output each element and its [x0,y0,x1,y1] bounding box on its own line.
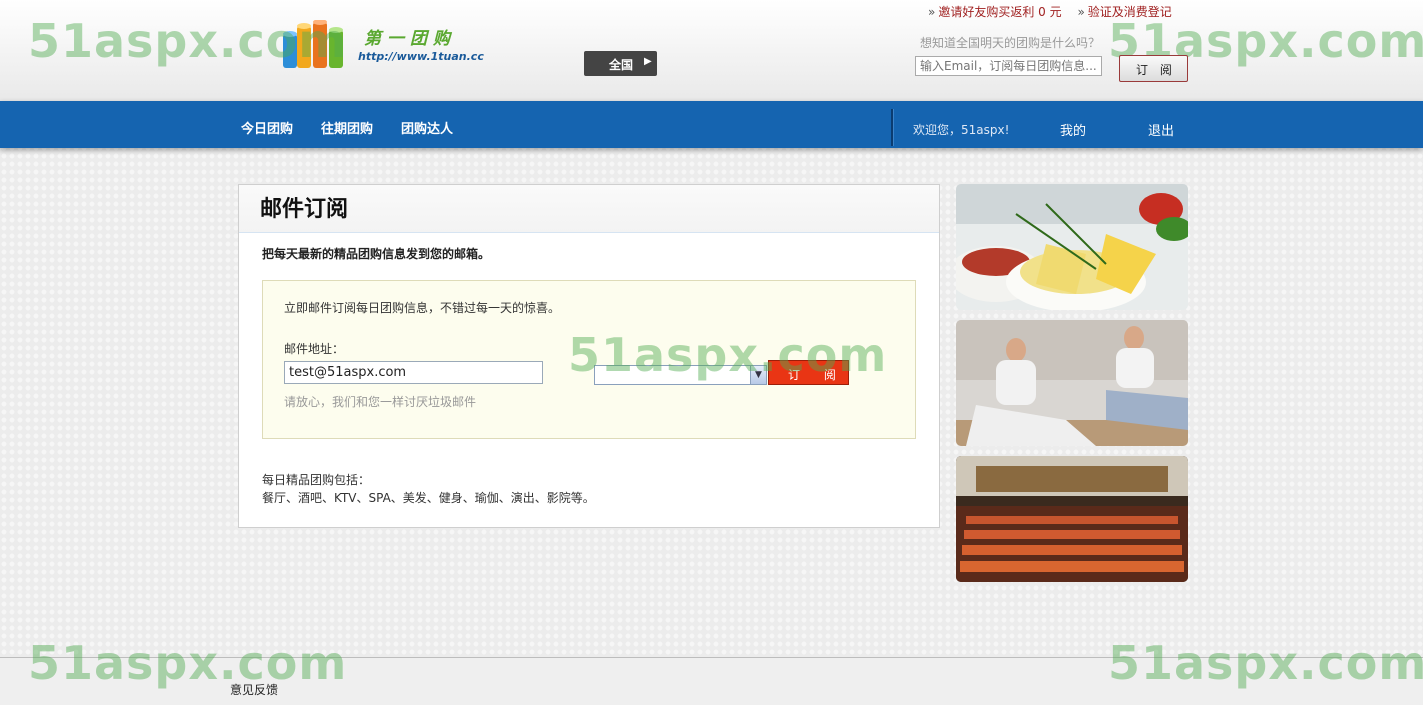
watermark-bottom-right: 51aspx.com [1108,636,1423,690]
top-links: » 邀请好友购买返利 0 元 » 验证及消费登记 [928,3,1172,20]
theater-image[interactable] [956,456,1188,582]
city-switch-label: 全国 [609,58,634,72]
nav-today-deals[interactable]: 今日团购 [241,118,293,137]
header-subscribe-label: 订 阅 [1136,63,1176,77]
invite-rebate-link[interactable]: 邀请好友购买返利 0 元 [938,5,1061,19]
nav-divider [891,109,894,146]
nav-my-account[interactable]: 我的 [1060,120,1086,139]
city-switch-button[interactable]: 全国 ▶ [584,51,657,76]
site-logo[interactable]: 第一团购 http://www.1tuan.cc [358,22,484,74]
main-nav: 今日团购 往期团购 团购达人 欢迎您，51aspx! 我的 退出 [0,101,1423,148]
anti-spam-hint: 请放心，我们和您一样讨厌垃圾邮件 [284,395,477,409]
site-header: 第一团购 http://www.1tuan.cc 51aspx.com 51as… [0,0,1423,101]
watermark-top-left: 51aspx.com [28,14,348,68]
food-image[interactable] [956,184,1188,310]
triangle-right-icon: ▶ [644,56,652,67]
email-field[interactable] [284,361,543,384]
nav-logout[interactable]: 退出 [1148,120,1174,139]
bullet-icon: » [1077,5,1085,19]
includes-list: 餐厅、酒吧、KTV、SPA、美发、健身、瑜伽、演出、影院等。 [262,491,595,505]
header-subscribe-button[interactable]: 订 阅 [1119,55,1188,82]
verify-consume-link[interactable]: 验证及消费登记 [1088,5,1172,19]
panel-header: 邮件订阅 [239,185,939,233]
panel-intro: 把每天最新的精品团购信息发到您的邮箱。 [262,247,491,261]
includes-title: 每日精品团购包括： [262,473,371,487]
form-lead-text: 立即邮件订阅每日团购信息，不错过每一天的惊喜。 [284,301,561,315]
bullet-icon: » [928,5,936,19]
logo-url-text: http://www.1tuan.cc [358,50,484,63]
yoga-image[interactable] [956,320,1188,446]
watermark-center: 51aspx.com [568,328,888,382]
subscribe-question: 想知道全国明天的团购是什么吗？ [920,36,1101,50]
nav-deal-experts[interactable]: 团购达人 [401,118,453,137]
nav-past-deals[interactable]: 往期团购 [321,118,373,137]
watermark-bottom-left: 51aspx.com [28,636,348,690]
welcome-text: 欢迎您，51aspx! [913,123,1010,137]
logo-chinese-name: 第一团购 [364,29,456,49]
email-label: 邮件地址： [284,342,345,356]
page-title: 邮件订阅 [260,197,349,222]
header-email-input[interactable] [915,56,1102,76]
